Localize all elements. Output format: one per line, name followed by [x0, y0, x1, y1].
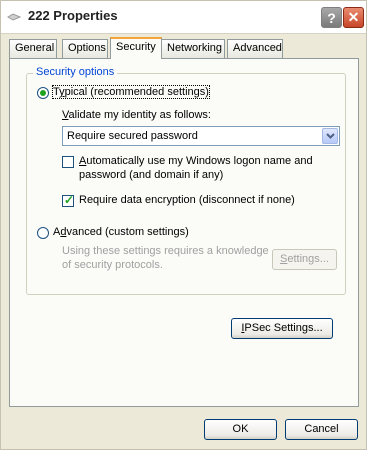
- tab-options[interactable]: Options: [62, 39, 108, 58]
- label-part: PSec Settings...: [244, 322, 323, 334]
- select-value: Require secured password: [67, 130, 198, 142]
- properties-dialog: 222 Properties ? ✕ General Options Secur…: [0, 0, 367, 450]
- advanced-radio-label[interactable]: Advanced (custom settings): [53, 226, 189, 238]
- require-encryption-label[interactable]: Require data encryption (disconnect if n…: [79, 194, 295, 206]
- advanced-radio[interactable]: [37, 227, 49, 239]
- require-encryption-checkbox[interactable]: ✓: [62, 193, 75, 207]
- security-tab-panel: Security options Typical (recommended se…: [9, 58, 359, 407]
- tab-general[interactable]: General: [9, 39, 57, 58]
- tab-label: Security: [116, 41, 156, 53]
- tab-security[interactable]: Security: [110, 37, 162, 59]
- validate-identity-select[interactable]: Require secured password: [62, 126, 340, 146]
- typical-radio[interactable]: [37, 87, 49, 99]
- settings-button[interactable]: Settings...: [272, 249, 337, 270]
- ok-button[interactable]: OK: [204, 419, 277, 440]
- label-part: vanced (custom settings): [66, 226, 189, 238]
- label-part: utomatically use my Windows logon name a…: [86, 155, 313, 167]
- network-connection-icon: [7, 13, 21, 21]
- tab-advanced[interactable]: Advanced: [227, 39, 283, 58]
- tab-label: Options: [68, 42, 106, 54]
- tab-networking[interactable]: Networking: [161, 39, 225, 58]
- close-icon: ✕: [347, 9, 360, 25]
- typical-radio-label[interactable]: Typical (recommended settings): [52, 85, 210, 99]
- advanced-note-line1: Using these settings requires a knowledg…: [62, 245, 269, 257]
- tab-label: Advanced: [233, 42, 282, 54]
- auto-logon-label-line2[interactable]: password (and domain if any): [79, 169, 223, 181]
- label-part: alidate my identity as follows:: [68, 109, 211, 121]
- cancel-button[interactable]: Cancel: [285, 419, 358, 440]
- auto-logon-label[interactable]: Automatically use my Windows logon name …: [79, 155, 313, 167]
- label-part: pical (recommended settings): [64, 86, 209, 98]
- advanced-note-line2: of security protocols.: [62, 259, 163, 271]
- title-bar[interactable]: 222 Properties ? ✕: [1, 1, 366, 34]
- ipsec-settings-button[interactable]: IPSec Settings...: [231, 318, 333, 339]
- window-title: 222 Properties: [28, 8, 118, 23]
- checkmark-icon: ✓: [64, 193, 75, 207]
- security-options-group: Security options Typical (recommended se…: [26, 66, 346, 295]
- tab-label: Networking: [167, 42, 223, 54]
- close-button[interactable]: ✕: [343, 7, 364, 28]
- tab-label: General: [15, 42, 55, 54]
- help-icon: ?: [327, 9, 336, 26]
- radio-selected-dot: [40, 90, 46, 96]
- chevron-down-icon[interactable]: [322, 128, 338, 144]
- auto-logon-checkbox[interactable]: [62, 156, 74, 168]
- group-label: Security options: [33, 66, 118, 78]
- label-part: ettings...: [287, 253, 329, 265]
- validate-label: Validate my identity as follows:: [62, 109, 211, 121]
- help-button[interactable]: ?: [321, 7, 342, 28]
